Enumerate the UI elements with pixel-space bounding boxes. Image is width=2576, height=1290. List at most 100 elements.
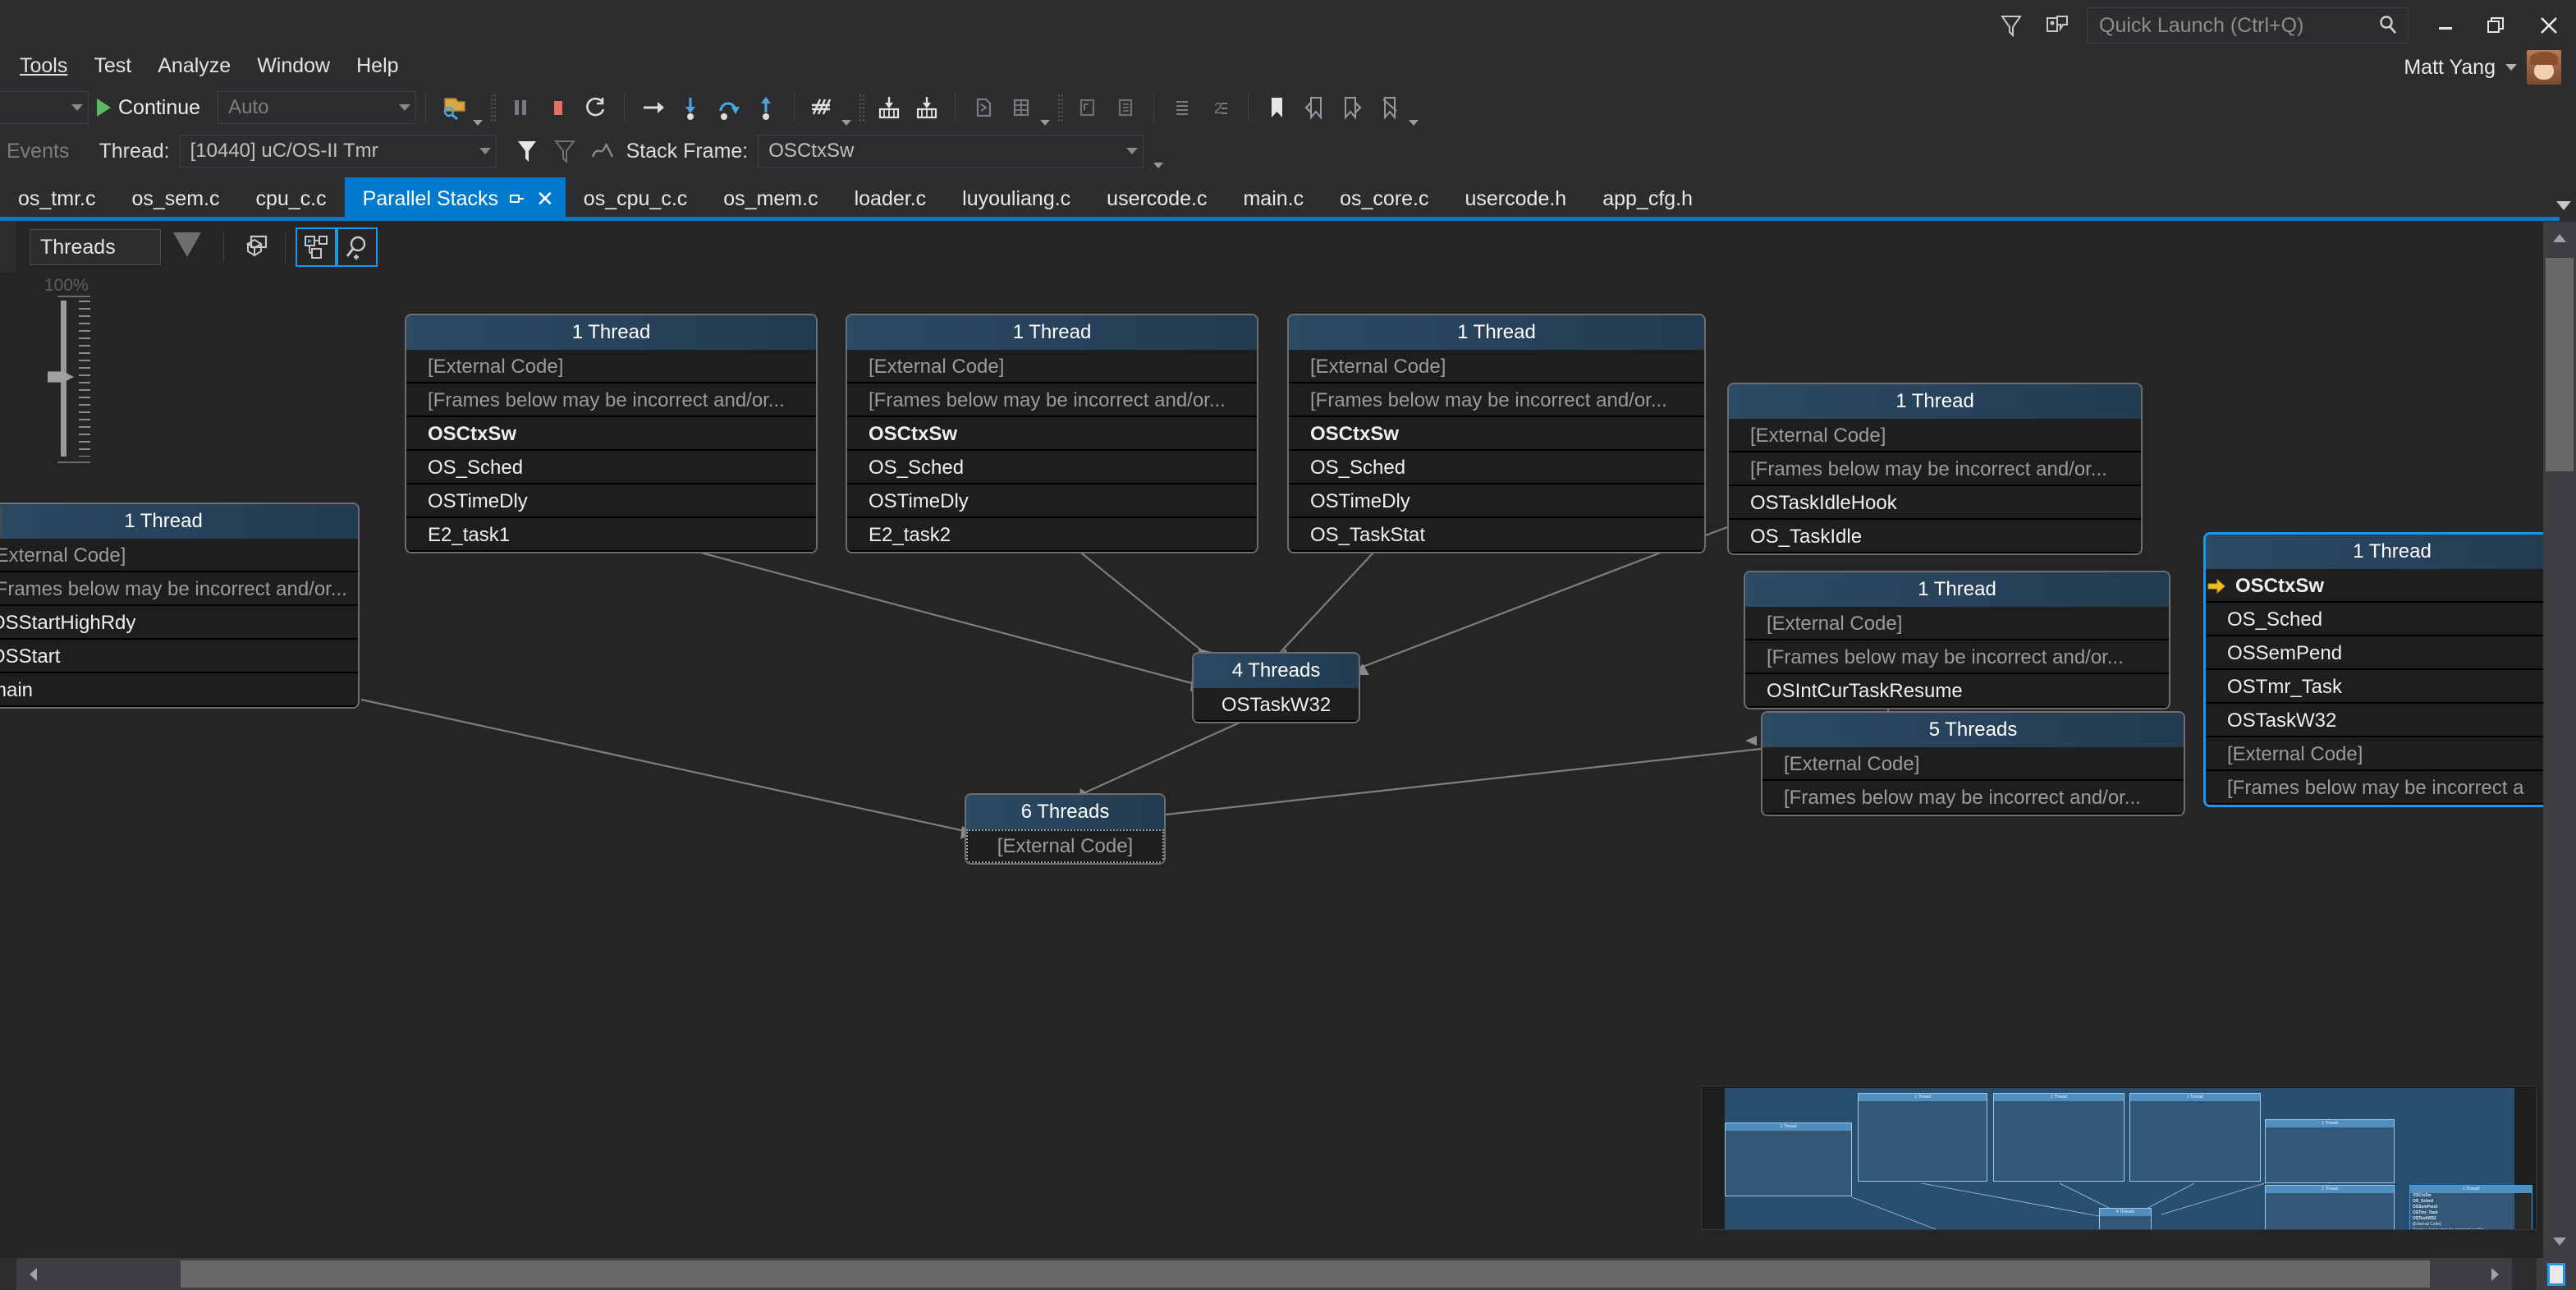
scroll-right-arrow-icon[interactable] [2479, 1258, 2512, 1290]
horizontal-scroll-thumb[interactable] [181, 1260, 2430, 1288]
go-to-disassembly-icon[interactable] [965, 90, 1002, 126]
stack-node-os-taskstat[interactable]: 1 Thread [External Code] [Frames below m… [1287, 314, 1706, 553]
menu-tools[interactable]: Tools [7, 51, 80, 81]
stack-frame-row[interactable]: OSTaskW32 [2206, 704, 2560, 737]
stack-frame-row[interactable]: OSTimeDly [847, 484, 1257, 518]
chevron-down-icon[interactable] [2505, 64, 2517, 71]
stack-frame-row[interactable]: OSTimeDly [1289, 484, 1704, 518]
chevron-down-icon[interactable] [1126, 148, 1138, 154]
stack-node-4-threads[interactable]: 4 Threads OSTaskW32 [1192, 652, 1360, 723]
chevron-down-icon[interactable] [71, 104, 83, 111]
debug-config-combo[interactable]: Auto [218, 91, 416, 124]
show-next-statement-icon[interactable] [634, 90, 672, 126]
step-out-icon[interactable] [747, 90, 785, 126]
stack-node-osintcurtaskresume[interactable]: 1 Thread [External Code] [Frames below m… [1744, 571, 2170, 709]
breakpoint-next-icon[interactable] [1333, 90, 1371, 126]
quick-launch-box[interactable] [2087, 7, 2409, 44]
stack-node-os-taskidle[interactable]: 1 Thread [External Code] [Frames below m… [1727, 383, 2143, 555]
stack-frame-row[interactable]: OSTaskIdleHook [1729, 486, 2141, 520]
zoom-slider[interactable]: 100% [36, 278, 99, 466]
scroll-down-arrow-icon[interactable] [2543, 1225, 2576, 1258]
stack-frame-row[interactable]: [External Code] [0, 539, 358, 572]
tab-app-cfg-h[interactable]: app_cfg.h [1584, 177, 1711, 220]
tasks-window-icon[interactable]: 2 [1201, 90, 1239, 126]
tab-os-core-c[interactable]: os_core.c [1322, 177, 1446, 220]
stack-frame-row[interactable]: [External Code] [2206, 737, 2560, 771]
breakpoint-prev-icon[interactable] [1295, 90, 1333, 126]
vertical-scroll-thumb[interactable] [2546, 258, 2574, 471]
step-into-icon[interactable] [672, 90, 709, 126]
toolbar-gripper[interactable] [859, 94, 865, 122]
tab-os-cpu-c-c[interactable]: os_cpu_c.c [566, 177, 705, 220]
stack-node-e2-task1[interactable]: 1 Thread [External Code] [Frames below m… [405, 314, 818, 553]
stop-debugging-icon[interactable] [539, 90, 577, 126]
stack-frame-row[interactable]: OSIntCurTaskResume [1745, 674, 2169, 708]
stack-frame-row[interactable]: OS_TaskIdle [1729, 520, 2141, 553]
threads-window-icon[interactable] [870, 90, 908, 126]
chevron-down-icon[interactable] [1409, 120, 1419, 126]
stack-frame-row[interactable]: E2_task1 [406, 518, 816, 552]
chevron-down-icon[interactable] [473, 120, 483, 126]
canvas-minimap[interactable]: 1 Thread 1 Thread 1 Thread 1 Thread 1 Th… [1701, 1086, 2537, 1230]
stack-frame-row[interactable]: [External Code] [1745, 607, 2169, 640]
chevron-down-icon[interactable] [841, 120, 851, 126]
step-over-icon[interactable] [709, 90, 747, 126]
scroll-left-arrow-icon[interactable] [16, 1258, 49, 1290]
stack-frame-row[interactable]: OSTmr_Task [2206, 670, 2560, 704]
chevron-down-icon[interactable] [479, 148, 491, 154]
restart-icon[interactable] [577, 90, 615, 126]
stack-frame-row[interactable]: [Frames below may be incorrect and/or... [1745, 640, 2169, 674]
auto-scroll-to-current-frame-icon[interactable] [337, 227, 378, 267]
stack-frame-row[interactable]: OSTimeDly [406, 484, 816, 518]
stack-frame-row[interactable]: OS_Sched [1289, 451, 1704, 484]
funnel-filter-icon[interactable] [508, 133, 546, 169]
stack-frame-row[interactable]: [Frames below may be incorrect and/or... [1762, 781, 2184, 815]
stack-node-6-threads[interactable]: 6 Threads [External Code] [965, 793, 1166, 865]
zoom-control-icon[interactable] [234, 227, 275, 267]
stack-frame-row[interactable]: OSStart [0, 640, 358, 673]
tab-usercode-c[interactable]: usercode.c [1089, 177, 1225, 220]
menu-window[interactable]: Window [244, 51, 343, 81]
menu-test[interactable]: Test [80, 51, 144, 81]
thread-combo[interactable]: [10440] uC/OS-II Tmr [180, 135, 497, 168]
registers-icon[interactable] [1069, 90, 1107, 126]
breakpoint-delete-icon[interactable] [1371, 90, 1409, 126]
stack-frame-row[interactable]: [External Code] [847, 350, 1257, 383]
chevron-down-icon[interactable] [1153, 163, 1163, 168]
tab-cpu-c-c[interactable]: cpu_c.c [237, 177, 344, 220]
menu-help[interactable]: Help [343, 51, 411, 81]
tab-loader-c[interactable]: loader.c [837, 177, 945, 220]
close-icon[interactable]: ✕ [536, 188, 554, 209]
breakpoint-bookmark-icon[interactable] [1258, 90, 1295, 126]
search-icon[interactable] [2378, 15, 2400, 36]
events-label[interactable]: Events [7, 140, 69, 163]
tab-luyouliang-c[interactable]: luyouliang.c [944, 177, 1089, 220]
stack-frame-row[interactable]: [Frames below may be incorrect and/or... [1729, 452, 2141, 486]
stack-frame-combo[interactable]: OSCtxSw [758, 135, 1144, 168]
stack-frame-row[interactable]: OSCtxSw [1289, 417, 1704, 451]
stack-node-selected-tmr-task[interactable]: 1 Thread OSCtxSw OS_Sched OSSemPend OSTm… [2203, 532, 2560, 807]
stack-frame-row[interactable]: OS_Sched [847, 451, 1257, 484]
list-view-icon[interactable] [1163, 90, 1201, 126]
stack-frame-row[interactable]: OS_Sched [2206, 603, 2560, 636]
close-button[interactable] [2522, 0, 2576, 51]
stack-frame-row[interactable]: OS_Sched [406, 451, 816, 484]
stack-frame-row[interactable]: [Frames below may be incorrect and/or... [406, 383, 816, 417]
stack-frame-row[interactable]: E2_task2 [847, 518, 1257, 552]
call-stack-icon[interactable] [1107, 90, 1144, 126]
tab-parallel-stacks[interactable]: Parallel Stacks ✕ [345, 177, 566, 220]
stack-frame-row-current[interactable]: OSCtxSw [2206, 569, 2560, 603]
flagged-threads-icon[interactable] [584, 133, 621, 169]
funnel-clear-icon[interactable] [546, 133, 584, 169]
stack-frame-row[interactable]: [Frames below may be incorrect a [2206, 771, 2560, 805]
hot-reload-icon[interactable] [804, 90, 841, 126]
stack-frame-row[interactable]: [Frames below may be incorrect and/or... [847, 383, 1257, 417]
feedback-icon[interactable] [1988, 0, 2034, 51]
horizontal-scrollbar[interactable] [16, 1258, 2512, 1290]
toolbar-gripper[interactable] [1057, 94, 1064, 122]
tab-os-sem-c[interactable]: os_sem.c [113, 177, 237, 220]
stack-frame-row[interactable]: OSSemPend [2206, 636, 2560, 670]
attach-to-process-icon[interactable] [435, 90, 473, 126]
chevron-down-icon[interactable] [399, 104, 410, 111]
stack-frame-row[interactable]: [External Code] [1289, 350, 1704, 383]
